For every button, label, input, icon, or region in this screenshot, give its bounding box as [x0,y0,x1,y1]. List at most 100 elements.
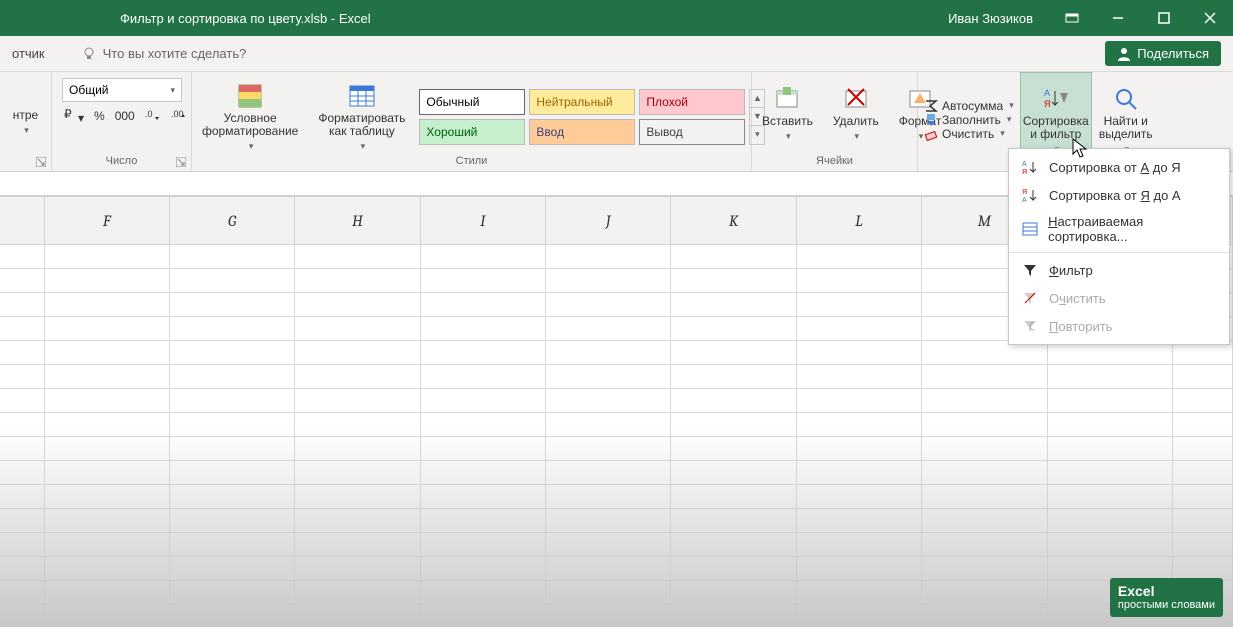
cell[interactable] [169,245,294,269]
cell[interactable] [922,389,1047,413]
cell[interactable] [44,533,169,557]
format-as-table-button[interactable]: Форматировать как таблицу▾ [308,78,415,155]
cell[interactable] [546,245,671,269]
cell[interactable] [922,557,1047,581]
cell[interactable] [671,365,796,389]
merge-center-button[interactable]: нтре▾ [3,78,48,167]
cell[interactable] [796,533,921,557]
cell[interactable] [546,413,671,437]
column-header[interactable]: L [796,197,921,245]
cell[interactable] [671,389,796,413]
cell[interactable] [295,341,420,365]
column-header[interactable]: F [44,197,169,245]
cell[interactable] [169,365,294,389]
cell[interactable] [922,461,1047,485]
cell[interactable] [420,293,545,317]
cell[interactable] [0,533,44,557]
menu-sort-za[interactable]: ЯА Сортировка от Я до А [1009,181,1229,209]
cell[interactable] [0,413,44,437]
cell[interactable] [546,293,671,317]
ribbon-tab-fragment[interactable]: отчик [0,46,57,61]
cell[interactable] [44,485,169,509]
cell[interactable] [295,461,420,485]
table-row[interactable] [0,605,1233,627]
cell[interactable] [1173,389,1233,413]
cell[interactable] [671,581,796,605]
cell[interactable] [671,437,796,461]
cell[interactable] [420,437,545,461]
cell[interactable] [169,557,294,581]
table-row[interactable] [0,389,1233,413]
cell[interactable] [295,389,420,413]
cell[interactable] [671,341,796,365]
cell[interactable] [922,485,1047,509]
cell[interactable] [420,485,545,509]
conditional-formatting-button[interactable]: Условное форматирование▾ [192,78,308,155]
cell[interactable] [44,581,169,605]
cell[interactable] [169,293,294,317]
cell[interactable] [420,317,545,341]
table-row[interactable] [0,437,1233,461]
cell[interactable] [295,581,420,605]
cell[interactable] [796,485,921,509]
menu-sort-az[interactable]: АЯ Сортировка от А до Я [1009,153,1229,181]
insert-cells-button[interactable]: Вставить▾ [752,72,823,155]
accounting-format-button[interactable]: ₽▾ [62,106,84,125]
cell[interactable] [295,533,420,557]
cell[interactable] [796,605,921,627]
cell[interactable] [44,365,169,389]
cell[interactable] [546,533,671,557]
cell[interactable] [671,533,796,557]
cell[interactable] [796,365,921,389]
cell[interactable] [420,509,545,533]
cell[interactable] [420,269,545,293]
cell[interactable] [922,581,1047,605]
delete-cells-button[interactable]: Удалить▾ [823,72,889,155]
cell[interactable] [420,533,545,557]
cell[interactable] [44,293,169,317]
cell[interactable] [169,389,294,413]
fill-button[interactable]: Заполнить ▾ [924,113,1014,127]
column-header[interactable]: G [169,197,294,245]
cell[interactable] [0,509,44,533]
cell[interactable] [796,341,921,365]
table-row[interactable] [0,413,1233,437]
cell[interactable] [44,413,169,437]
column-header[interactable]: I [420,197,545,245]
style-input[interactable]: Ввод [529,119,635,145]
cell[interactable] [1173,485,1233,509]
cell[interactable] [295,509,420,533]
cell[interactable] [0,557,44,581]
cell[interactable] [420,341,545,365]
cell[interactable] [671,245,796,269]
cell[interactable] [546,317,671,341]
table-row[interactable] [0,557,1233,581]
cell[interactable] [44,461,169,485]
cell[interactable] [0,245,44,269]
autosum-button[interactable]: Автосумма ▾ [924,99,1014,113]
cell[interactable] [420,605,545,627]
minimize-button[interactable] [1095,0,1141,36]
cell[interactable] [671,485,796,509]
cell[interactable] [295,557,420,581]
cell[interactable] [796,461,921,485]
cell[interactable] [671,461,796,485]
close-button[interactable] [1187,0,1233,36]
style-normal[interactable]: Обычный [419,89,525,115]
style-output[interactable]: Вывод [639,119,745,145]
table-row[interactable] [0,533,1233,557]
cell[interactable] [44,269,169,293]
number-format-dropdown[interactable]: Общий ▾ [62,78,182,102]
comma-style-button[interactable]: 000 [115,109,135,123]
cell[interactable] [1047,533,1173,557]
cell[interactable] [295,485,420,509]
table-row[interactable] [0,485,1233,509]
decrease-decimal-button[interactable]: .00 [171,107,187,124]
user-name[interactable]: Иван Зюзиков [948,11,1033,26]
cell[interactable] [0,293,44,317]
cell[interactable] [169,413,294,437]
cell[interactable] [0,437,44,461]
cell[interactable] [1047,557,1173,581]
increase-decimal-button[interactable]: .0 [145,107,161,124]
cell[interactable] [0,485,44,509]
